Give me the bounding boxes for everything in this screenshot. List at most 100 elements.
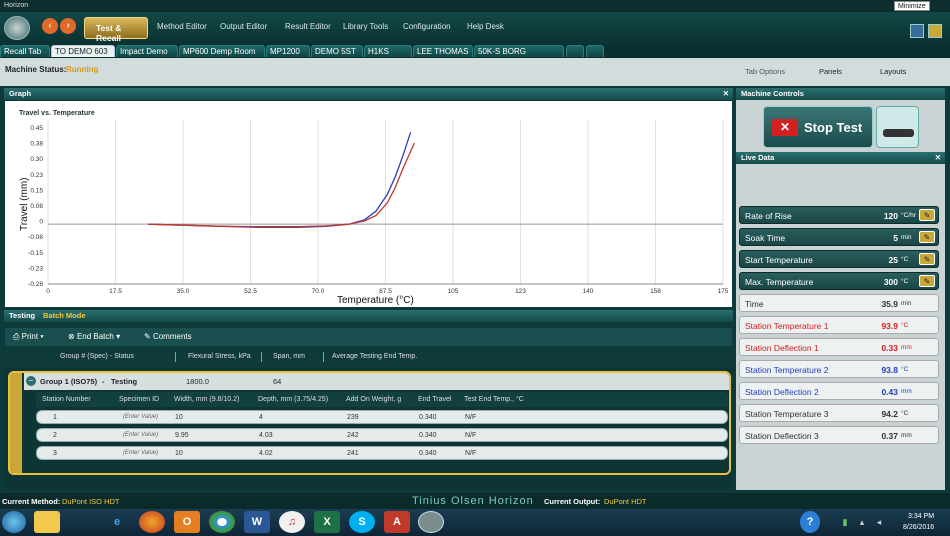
weight-field[interactable]: 239 [347, 411, 359, 424]
group-grid: − Group 1 (ISO75) - Testing 1800.0 64 St… [5, 368, 732, 490]
tab-lee-thomas[interactable]: LEE THOMAS [413, 45, 473, 57]
depth-field[interactable]: 4 [259, 411, 263, 424]
ribbon-output-editor[interactable]: Output Editor [220, 22, 267, 31]
depth-field[interactable]: 4.03 [259, 429, 273, 442]
network-icon[interactable]: ▮ [838, 511, 852, 533]
tab-mp600-demp-room[interactable]: MP600 Demp Room [179, 45, 265, 57]
panels-button[interactable]: Panels [819, 67, 842, 76]
settings-icon[interactable] [928, 24, 942, 38]
tab-demo-5st[interactable]: DEMO 5ST [311, 45, 363, 57]
comments-button[interactable]: ✎ Comments [144, 332, 192, 341]
horizon-logo-icon[interactable] [4, 16, 30, 40]
chart-x-tick-label: 87.5 [379, 288, 392, 295]
ribbon-configuration[interactable]: Configuration [403, 22, 451, 31]
tab-recall[interactable]: Recall Tab [0, 45, 50, 57]
file-explorer-icon[interactable] [34, 511, 60, 533]
header-width: Width, mm (9.8/10.2) [174, 396, 240, 403]
stop-x-icon: ✕ [772, 119, 798, 136]
width-field[interactable]: 10 [175, 411, 183, 424]
group-1-selector[interactable] [10, 373, 22, 473]
chart-y-tick-label: 0.30 [30, 156, 43, 163]
width-field[interactable]: 9.95 [175, 429, 189, 442]
word-icon[interactable]: W [244, 511, 270, 533]
start-button-icon[interactable] [2, 511, 26, 533]
tab-h1ks[interactable]: H1KS [364, 45, 412, 57]
chrome-icon[interactable] [209, 511, 235, 533]
new-tab-icon[interactable] [566, 45, 584, 57]
ribbon-result-editor[interactable]: Result Editor [285, 22, 331, 31]
ribbon-method-editor[interactable]: Method Editor [157, 22, 207, 31]
horizon-taskbar-icon[interactable] [418, 511, 444, 533]
signal-icon[interactable]: ▴ [855, 511, 869, 533]
group-1-row[interactable]: − Group 1 (ISO75) - Testing 1800.0 64 [24, 373, 729, 390]
live-data-unit: mm [901, 432, 912, 439]
machine-status-value: Running [66, 65, 99, 74]
skype-icon[interactable]: S [349, 511, 375, 533]
specimen-id-field[interactable]: (Enter Value) [123, 429, 158, 442]
graph-panel: Travel vs. Temperature Temperature (°C) … [5, 101, 732, 307]
machine-status-label: Machine Status: [5, 65, 67, 74]
tab-impact-demo[interactable]: Impact Demo [116, 45, 178, 57]
testing-mode: Batch Mode [43, 311, 86, 320]
edit-value-icon[interactable]: ✎ [919, 231, 935, 243]
live-data-row[interactable]: Start Temperature 25 °C ✎ [739, 250, 939, 268]
close-tab-icon[interactable] [586, 45, 604, 57]
specimen-id-field[interactable]: (Enter Value) [123, 411, 158, 424]
volume-icon[interactable]: ◂ [872, 511, 886, 533]
chart-y-axis-label: Travel (mm) [19, 177, 30, 231]
ribbon-library-tools[interactable]: Library Tools [343, 22, 388, 31]
width-field[interactable]: 10 [175, 447, 183, 460]
live-data-row[interactable]: Soak Time 5 min ✎ [739, 228, 939, 246]
station-row-1[interactable]: 1 (Enter Value) 10 4 239 0.340 N/F [36, 410, 728, 424]
help-icon[interactable]: ? [800, 511, 820, 533]
station-row-2[interactable]: 2 (Enter Value) 9.95 4.03 242 0.340 N/F [36, 428, 728, 442]
live-data-header: Live Data ✕ [736, 152, 945, 164]
ribbon-help-desk[interactable]: Help Desk [467, 22, 504, 31]
live-data-value: 25 [888, 255, 898, 265]
back-arrow-icon[interactable]: ‹ [42, 18, 58, 34]
ribbon-test-recall[interactable]: Test & Recall [84, 17, 148, 43]
live-data-value: 300 [883, 277, 898, 287]
live-data-label: Soak Time [745, 233, 786, 243]
forward-arrow-icon[interactable]: › [60, 18, 76, 34]
graph-panel-close-icon[interactable]: ✕ [723, 88, 729, 100]
live-data-row[interactable]: Max. Temperature 300 °C ✎ [739, 272, 939, 290]
weight-field[interactable]: 242 [347, 429, 359, 442]
collapse-group-icon[interactable]: − [26, 376, 36, 386]
acrobat-icon[interactable]: A [384, 511, 410, 533]
tab-options-button[interactable]: Tab Options [745, 67, 785, 76]
live-data-close-icon[interactable]: ✕ [935, 152, 941, 164]
edit-value-icon[interactable]: ✎ [919, 275, 935, 287]
live-data-label: Rate of Rise [745, 211, 792, 221]
stop-test-button[interactable]: ✕ Stop Test [763, 106, 873, 148]
print-button[interactable]: ⎙ Print ▾ [13, 332, 44, 342]
minimize-button[interactable] [910, 24, 924, 38]
internet-explorer-icon[interactable]: e [104, 511, 130, 533]
depth-field[interactable]: 4.02 [259, 447, 273, 460]
edit-value-icon[interactable]: ✎ [919, 253, 935, 265]
station-row-3[interactable]: 3 (Enter Value) 10 4.02 241 0.340 N/F [36, 446, 728, 460]
end-batch-button[interactable]: ⊗ End Batch ▾ [68, 332, 120, 341]
outlook-icon[interactable]: O [174, 511, 200, 533]
machine-status-bar: Machine Status: Running Tab Options Pane… [0, 58, 950, 86]
firefox-icon[interactable] [139, 511, 165, 533]
tab-to-demo-603[interactable]: TO DEMO 603 [51, 45, 115, 57]
excel-icon[interactable]: X [314, 511, 340, 533]
layouts-button[interactable]: Layouts [880, 67, 906, 76]
end-travel-value: 0.340 [419, 450, 437, 457]
end-temp-value: N/F [465, 432, 477, 439]
live-data-unit: °C [901, 278, 909, 285]
tab-50k-s-borg-warner[interactable]: 50K-S BORG WARNER [474, 45, 564, 68]
weight-field[interactable]: 241 [347, 447, 359, 460]
specimen-id-field[interactable]: (Enter Value) [123, 447, 158, 460]
current-method-bar: Current Method: DuPont ISO HDT Tinius Ol… [0, 493, 950, 509]
edit-value-icon[interactable]: ✎ [919, 209, 935, 221]
graph-panel-header: Graph ✕ [4, 88, 733, 100]
live-data-unit: °C [901, 256, 909, 263]
tab-mp1200[interactable]: MP1200 [266, 45, 310, 57]
live-data-row: Station Deflection 3 0.37 mm [739, 426, 939, 444]
live-data-row[interactable]: Rate of Rise 120 °C/hr ✎ [739, 206, 939, 224]
header-average-end-temp: Average Testing End Temp. [332, 353, 418, 360]
machine-fixture-button[interactable] [876, 106, 919, 148]
itunes-icon[interactable]: ♫ [279, 511, 305, 533]
